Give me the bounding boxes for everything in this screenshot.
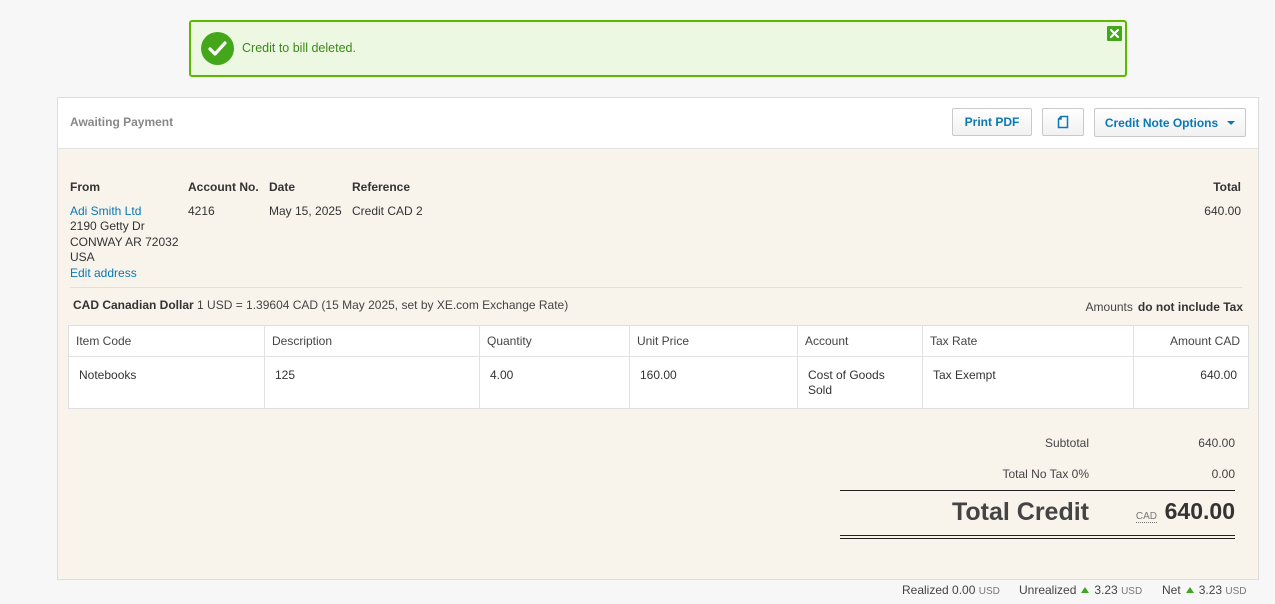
date-label: Date xyxy=(269,180,296,194)
cell-account-line-2: Sold xyxy=(808,383,833,397)
currency-name: CAD Canadian Dollar xyxy=(73,298,194,312)
cell-account-line-1: Cost of Goods xyxy=(808,368,885,382)
totals-double-rule-top xyxy=(840,535,1235,536)
column-divider xyxy=(479,326,480,408)
card-header: Awaiting Payment Print PDF Credit Note O… xyxy=(58,98,1258,149)
cell-account[interactable]: Cost of Goods Sold xyxy=(808,368,885,398)
copy-button[interactable] xyxy=(1042,108,1084,136)
up-arrow-icon xyxy=(1185,587,1194,593)
net-gain: Net 3.23 USD xyxy=(1162,583,1247,597)
credit-note-options-label: Credit Note Options xyxy=(1104,115,1219,130)
amounts-tax-mode: do not include Tax xyxy=(1137,300,1243,314)
cell-amount[interactable]: 640.00 xyxy=(1200,368,1237,383)
edit-address-link[interactable]: Edit address xyxy=(70,266,137,280)
unrealized-label: Unrealized xyxy=(1019,583,1077,597)
cell-description[interactable]: 125 xyxy=(275,368,295,383)
cell-item-code[interactable]: Notebooks xyxy=(79,368,136,383)
notification-message: Credit to bill deleted. xyxy=(242,41,356,55)
unrealized-gain: Unrealized 3.23 USD xyxy=(1019,583,1142,597)
realized-gain: Realized 0.00 USD xyxy=(902,583,1000,597)
cell-quantity[interactable]: 4.00 xyxy=(490,368,513,383)
line-items-table: Item Code Description Quantity Unit Pric… xyxy=(68,325,1249,409)
chevron-down-icon xyxy=(1227,120,1236,125)
amounts-prefix: Amounts xyxy=(1085,300,1133,314)
total-credit-currency: CAD xyxy=(1135,511,1157,523)
unrealized-unit: USD xyxy=(1121,586,1143,597)
total-label: Total xyxy=(1213,180,1241,194)
divider xyxy=(70,287,1242,288)
total-value: 640.00 xyxy=(1204,204,1241,218)
address-line-2: CONWAY AR 72032 xyxy=(70,235,179,249)
cell-tax-rate[interactable]: Tax Exempt xyxy=(933,368,996,383)
column-header-description: Description xyxy=(272,334,333,348)
account-no-value: 4216 xyxy=(188,204,215,218)
tax-total-label: Total No Tax 0% xyxy=(1002,467,1090,481)
column-divider xyxy=(629,326,630,408)
realized-label: Realized xyxy=(902,583,949,597)
contact-name-link[interactable]: Adi Smith Ltd xyxy=(70,204,141,218)
from-label: From xyxy=(70,180,100,194)
exchange-rate: 1 USD = 1.39604 CAD (15 May 2025, set by… xyxy=(197,298,569,312)
net-unit: USD xyxy=(1225,586,1247,597)
column-header-account: Account xyxy=(805,334,849,348)
column-divider xyxy=(922,326,923,408)
column-header-item-code: Item Code xyxy=(76,334,132,348)
status-label: Awaiting Payment xyxy=(70,115,174,129)
column-header-amount: Amount CAD xyxy=(1169,334,1240,348)
net-value: 3.23 xyxy=(1198,583,1223,597)
realized-value: 0.00 xyxy=(952,583,976,597)
reference-label: Reference xyxy=(352,180,411,194)
column-divider xyxy=(797,326,798,408)
unrealized-value: 3.23 xyxy=(1094,583,1118,597)
credit-note-options-button[interactable]: Credit Note Options xyxy=(1094,108,1246,137)
success-check-icon xyxy=(201,32,234,65)
column-divider xyxy=(1133,326,1134,408)
subtotal-label: Subtotal xyxy=(1044,436,1089,450)
amounts-tax-note: Amounts do not include Tax xyxy=(1086,300,1243,314)
print-pdf-button[interactable]: Print PDF xyxy=(952,108,1032,136)
copy-icon xyxy=(1057,115,1069,129)
subtotal-value: 640.00 xyxy=(1198,436,1235,450)
realized-unit: USD xyxy=(978,586,1000,597)
column-header-quantity: Quantity xyxy=(487,334,532,348)
up-arrow-icon xyxy=(1081,587,1090,593)
column-divider xyxy=(264,326,265,408)
success-notification: Credit to bill deleted. xyxy=(189,20,1127,77)
total-credit-value: 640.00 xyxy=(1164,498,1235,524)
totals-double-rule-bottom xyxy=(840,538,1235,539)
tax-total-value: 0.00 xyxy=(1211,467,1235,481)
account-no-label: Account No. xyxy=(188,180,259,194)
close-icon[interactable] xyxy=(1107,26,1122,41)
total-credit-label: Total Credit xyxy=(951,498,1089,526)
address-line-3: USA xyxy=(70,250,95,264)
currency-info: CAD Canadian Dollar 1 USD = 1.39604 CAD … xyxy=(73,298,568,312)
totals-rule xyxy=(840,490,1235,491)
cell-unit-price[interactable]: 160.00 xyxy=(640,368,677,383)
column-header-tax-rate: Tax Rate xyxy=(930,334,978,348)
net-label: Net xyxy=(1162,583,1181,597)
date-value: May 15, 2025 xyxy=(269,204,342,218)
column-header-unit-price: Unit Price xyxy=(637,334,690,348)
credit-note-card: Awaiting Payment Print PDF Credit Note O… xyxy=(57,97,1259,580)
reference-value: Credit CAD 2 xyxy=(352,204,423,218)
address-line-1: 2190 Getty Dr xyxy=(70,219,145,233)
